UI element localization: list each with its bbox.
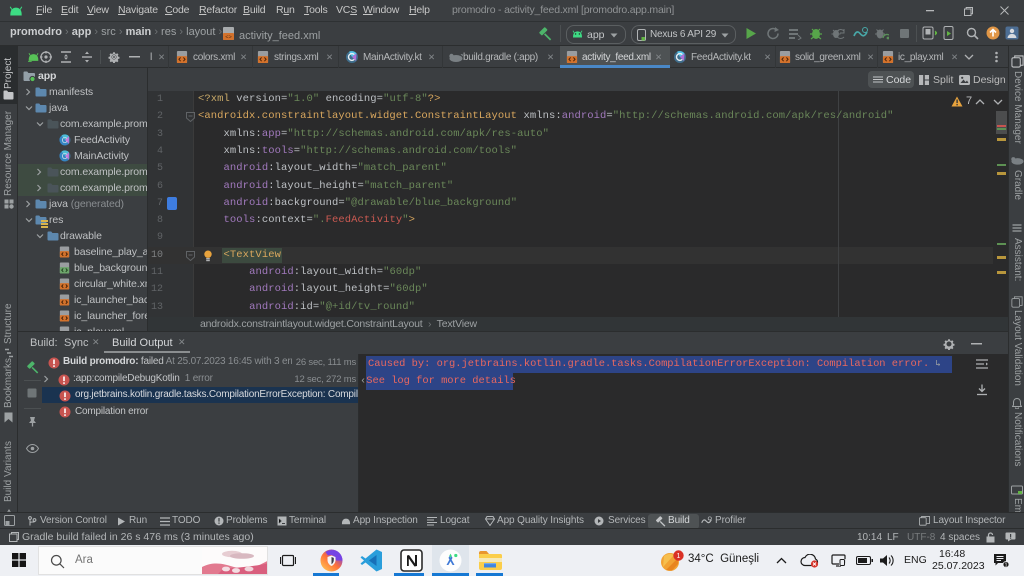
svg-text:1: 1 bbox=[1004, 563, 1007, 568]
svg-text:C: C bbox=[62, 136, 68, 145]
svg-text:<>: <> bbox=[225, 34, 232, 41]
svg-text:1: 1 bbox=[677, 553, 681, 560]
svg-text:C: C bbox=[62, 152, 68, 161]
